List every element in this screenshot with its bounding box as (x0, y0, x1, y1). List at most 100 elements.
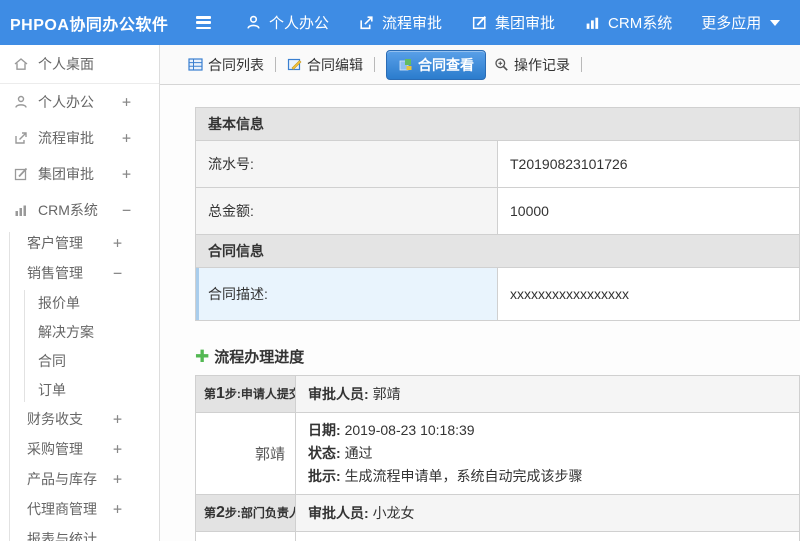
step-approver: 审批人员: 郭靖 (295, 375, 800, 413)
sidebar-item-personal-desktop[interactable]: 个人桌面 (0, 45, 159, 84)
tab-contract-list[interactable]: 合同列表 (184, 51, 268, 79)
collapse-toggle[interactable]: − (113, 264, 122, 282)
field-label: 总金额: (195, 187, 498, 235)
top-nav: 个人办公 流程审批 集团审批 CRM系统 更多应用 (245, 12, 800, 33)
sidebar-item-finance[interactable]: 财务收支 + (0, 404, 159, 434)
tab-label: 操作记录 (514, 56, 570, 73)
section-header-contract-info: 合同信息 (195, 234, 800, 268)
nav-label: CRM系统 (608, 15, 673, 32)
expand-toggle[interactable]: + (113, 410, 122, 428)
expand-toggle[interactable]: + (113, 500, 122, 518)
nav-label: 更多应用 (701, 15, 762, 32)
step-label: 第2步:部门负责人审批 (195, 494, 296, 532)
step-detail-row: 郭靖 日期: 2019-08-23 10:18:39 状态: 通过 批示: 生成… (195, 412, 800, 495)
field-label: 合同描述: (195, 267, 498, 321)
step-detail: 日期: 2019-08-23 10:18:39 状态: 通过 批示: 生成流程申… (295, 412, 800, 495)
chart-icon (13, 202, 29, 218)
sidebar: 个人桌面 个人办公 + 流程审批 + 集团审批 + CRM系统 − 客户管理 +… (0, 45, 160, 541)
approver-name: 郭靖 (195, 412, 296, 495)
workflow-icon (13, 130, 29, 146)
section-header-basic-info: 基本信息 (195, 107, 800, 141)
nav-crm-system[interactable]: CRM系统 (584, 12, 672, 33)
crm-submenu: 客户管理 + 销售管理 − 报价单 解决方案 合同 订单 财务收支 + 采购管理… (0, 228, 159, 541)
expand-toggle[interactable]: + (122, 165, 131, 183)
divider (581, 57, 582, 72)
tab-operation-log[interactable]: 操作记录 (490, 51, 574, 79)
table-row-contract-desc: 合同描述: xxxxxxxxxxxxxxxxx (195, 267, 800, 321)
nav-more-apps[interactable]: 更多应用 (701, 12, 781, 33)
edit-doc-icon (287, 57, 302, 72)
nav-label: 个人办公 (269, 15, 330, 32)
step-header-row: 第2步:部门负责人审批 审批人员: 小龙女 (195, 494, 800, 532)
nav-label: 集团审批 (495, 15, 556, 32)
sidebar-item-crm-system[interactable]: CRM系统 − (0, 192, 159, 228)
detail-remark: 批示: 生成流程申请单，系统自动完成该步骤 (308, 468, 583, 484)
chart-icon (584, 14, 601, 31)
tab-label: 合同列表 (208, 56, 264, 73)
tab-bar: 合同列表 合同编辑 合同查看 操作记录 (160, 45, 800, 85)
table-row-total-amount: 总金额: 10000 (195, 187, 800, 235)
contract-info-table: 基本信息 流水号: T20190823101726 总金额: 10000 合同信… (195, 107, 800, 321)
main-area: 合同列表 合同编辑 合同查看 操作记录 基本信息 流水号: T201908231… (160, 45, 800, 541)
edit-icon (13, 166, 29, 182)
expand-toggle[interactable]: + (113, 440, 122, 458)
sidebar-item-solution[interactable]: 解决方案 (0, 317, 159, 346)
sidebar-item-group-approval[interactable]: 集团审批 + (0, 156, 159, 192)
sidebar-item-workflow-approval[interactable]: 流程审批 + (0, 120, 159, 156)
divider (275, 57, 276, 72)
collapse-toggle[interactable]: − (122, 201, 131, 219)
home-icon (13, 56, 29, 72)
tab-label: 合同查看 (418, 56, 474, 73)
field-value: xxxxxxxxxxxxxxxxx (497, 267, 800, 321)
sidebar-item-sales-mgmt[interactable]: 销售管理 − (0, 258, 159, 288)
expand-toggle[interactable]: + (122, 93, 131, 111)
progress-title: 流程办理进度 (214, 349, 305, 366)
progress-heading: ✚ 流程办理进度 (195, 346, 800, 367)
workflow-icon (358, 14, 375, 31)
tab-contract-view[interactable]: 合同查看 (386, 49, 486, 80)
divider (374, 57, 375, 72)
menu-icon[interactable] (196, 16, 211, 29)
sidebar-item-customer-mgmt[interactable]: 客户管理 + (0, 228, 159, 258)
sidebar-item-quotation[interactable]: 报价单 (0, 288, 159, 317)
detail-date: 日期: 2019-08-23 10:18:39 (308, 422, 475, 438)
zoom-plus-icon (494, 57, 509, 72)
step-header-row: 第1步:申请人提交申请 审批人员: 郭靖 (195, 375, 800, 413)
list-icon (188, 57, 203, 72)
sidebar-item-agent-mgmt[interactable]: 代理商管理 + (0, 494, 159, 524)
view-icon (398, 57, 413, 72)
step-label: 第1步:申请人提交申请 (195, 375, 296, 413)
contract-view-content: 基本信息 流水号: T20190823101726 总金额: 10000 合同信… (160, 85, 800, 541)
sidebar-item-contract[interactable]: 合同 (0, 346, 159, 375)
sales-submenu: 报价单 解决方案 合同 订单 (0, 288, 159, 404)
user-icon (245, 14, 262, 31)
edit-icon (471, 14, 488, 31)
plus-icon: ✚ (195, 347, 210, 366)
step-detail-row: 小龙女 日期: 2019-08-23 10:21:58 状态: 通过 批示: 通… (195, 531, 800, 541)
nav-group-approval[interactable]: 集团审批 (471, 12, 555, 33)
expand-toggle[interactable]: + (113, 234, 122, 252)
sidebar-item-personal-office[interactable]: 个人办公 + (0, 84, 159, 120)
app-title: PHPOA协同办公软件 (10, 16, 169, 34)
expand-toggle[interactable]: + (113, 470, 122, 488)
step-approver: 审批人员: 小龙女 (295, 494, 800, 532)
sidebar-item-product-inventory[interactable]: 产品与库存 + (0, 464, 159, 494)
sidebar-item-purchase-mgmt[interactable]: 采购管理 + (0, 434, 159, 464)
sidebar-item-order[interactable]: 订单 (0, 375, 159, 404)
field-value: T20190823101726 (497, 140, 800, 188)
expand-toggle[interactable]: + (122, 129, 131, 147)
field-label: 流水号: (195, 140, 498, 188)
approver-name: 小龙女 (195, 531, 296, 541)
top-bar: PHPOA协同办公软件 个人办公 流程审批 集团审批 CRM系统 更多应用 (0, 0, 800, 45)
nav-workflow-approval[interactable]: 流程审批 (358, 12, 442, 33)
nav-personal-office[interactable]: 个人办公 (245, 12, 329, 33)
field-value: 10000 (497, 187, 800, 235)
sidebar-item-reports-stats[interactable]: 报表与统计 (0, 524, 159, 541)
detail-status: 状态: 通过 (308, 445, 373, 461)
caret-down-icon (770, 19, 781, 26)
tab-label: 合同编辑 (307, 56, 363, 73)
tab-contract-edit[interactable]: 合同编辑 (283, 51, 367, 79)
user-icon (13, 94, 29, 110)
table-row-serial: 流水号: T20190823101726 (195, 140, 800, 188)
nav-label: 流程审批 (382, 15, 443, 32)
